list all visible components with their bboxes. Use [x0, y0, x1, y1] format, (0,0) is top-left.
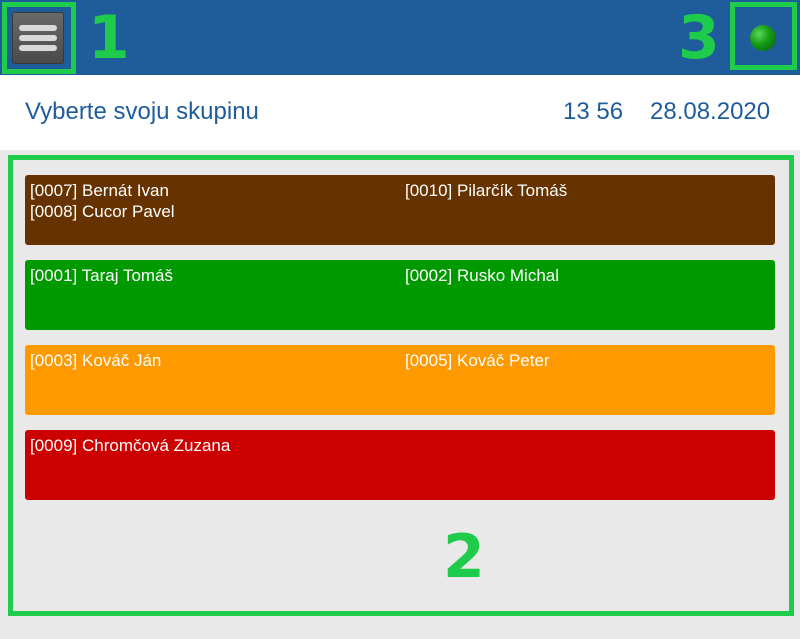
header-row: Vyberte svoju skupinu 13 56 28.08.2020 [0, 75, 800, 150]
callout-frame-menu [2, 2, 76, 74]
clock-time: 13 56 [563, 98, 624, 125]
callout-number-status: 3 [678, 3, 720, 73]
page-title: Vyberte svoju skupinu [25, 98, 259, 125]
callout-number-menu: 1 [88, 3, 130, 73]
callout-number-groups: 2 [443, 522, 485, 592]
callout-frame-groups [8, 155, 794, 616]
current-date: 28.08.2020 [650, 98, 771, 125]
callout-frame-status [730, 2, 797, 70]
